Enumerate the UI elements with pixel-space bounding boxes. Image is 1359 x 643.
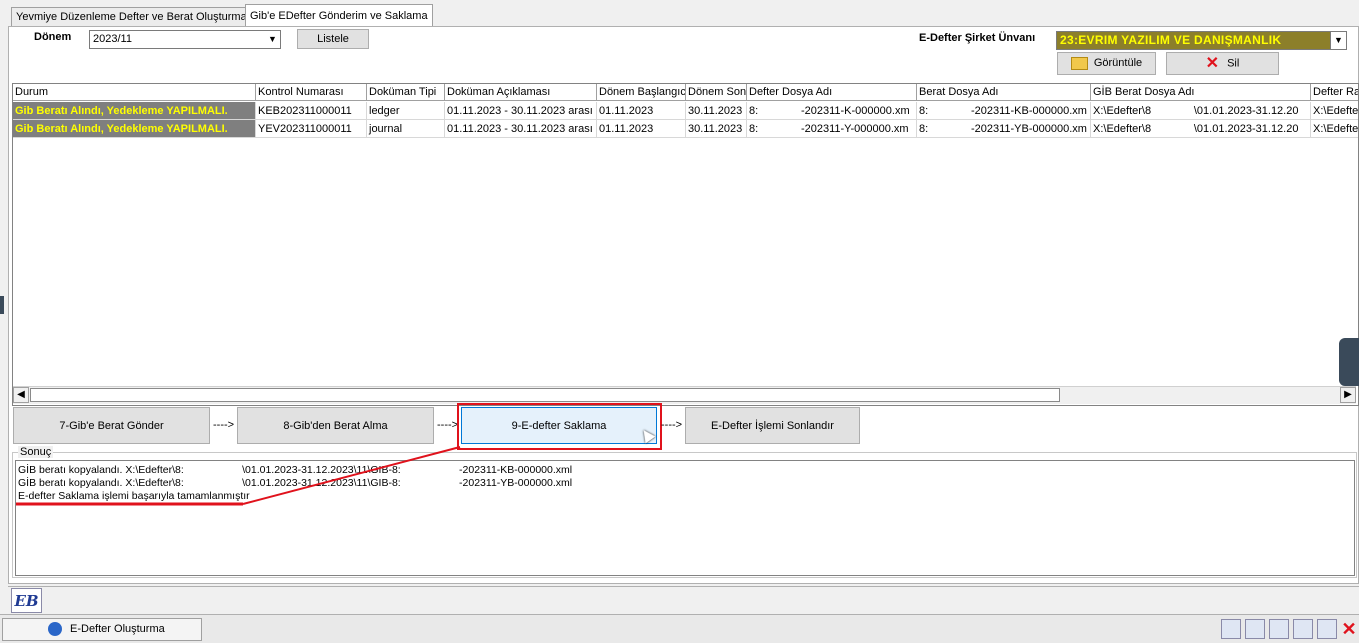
annotation-overlay [16, 446, 461, 506]
taskbar-item-edefter[interactable]: E-Defter Oluşturma [2, 618, 202, 641]
close-icon[interactable]: ✕ [1340, 618, 1358, 640]
side-floating-tab[interactable] [1339, 338, 1359, 386]
app-icon [48, 622, 62, 636]
taskbar-item-label: E-Defter Oluşturma [70, 623, 165, 635]
eb-logo: EB [11, 588, 42, 613]
users-icon[interactable] [1221, 619, 1241, 639]
annotation-connector [242, 446, 461, 505]
zoom-out-icon[interactable] [1293, 619, 1313, 639]
printer-icon[interactable] [1245, 619, 1265, 639]
save-icon[interactable] [1317, 619, 1337, 639]
left-edge-handle[interactable] [0, 296, 4, 314]
zoom-in-icon[interactable] [1269, 619, 1289, 639]
taskbar: E-Defter Oluşturma ✕ [0, 614, 1359, 643]
logo-strip [8, 586, 1359, 614]
